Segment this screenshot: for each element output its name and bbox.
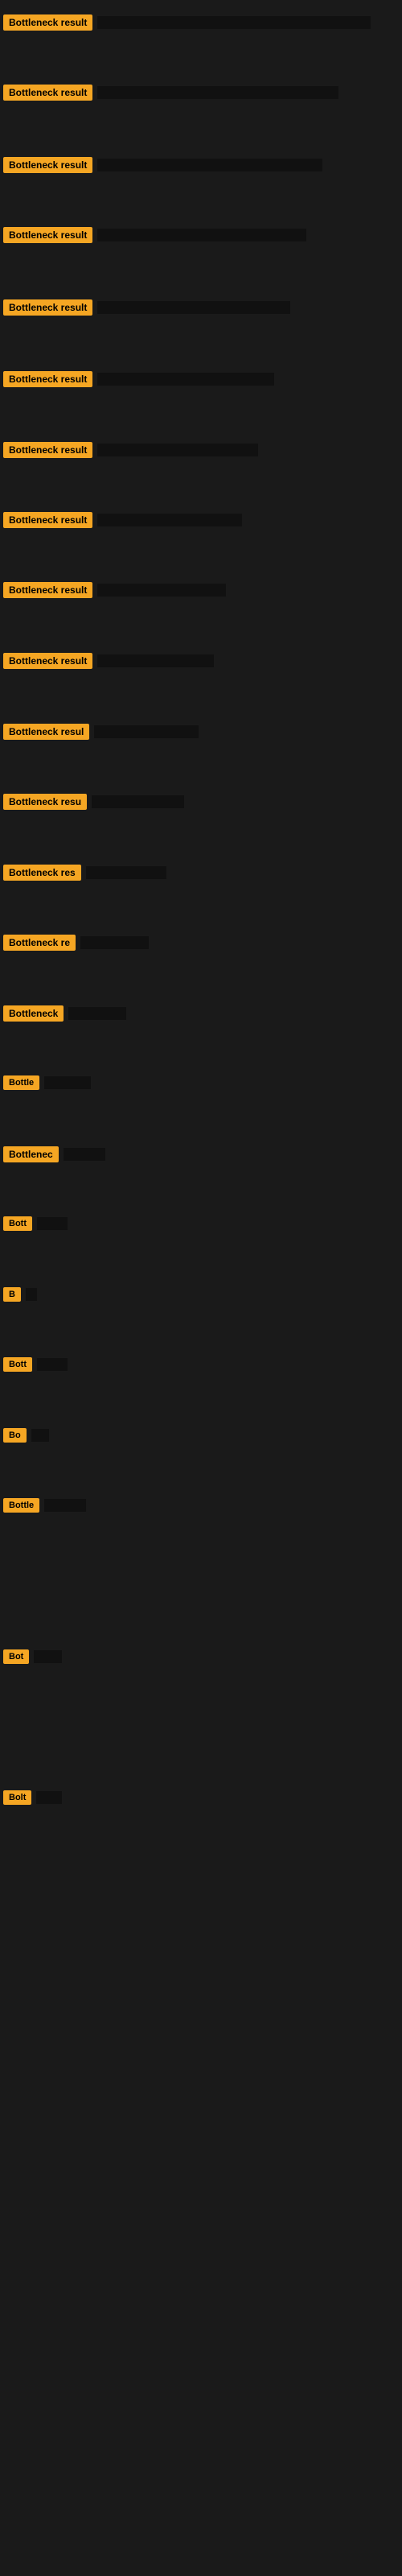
bottleneck-badge: Bolt <box>3 1790 31 1805</box>
bar-chart-segment <box>92 795 184 808</box>
bar-chart-segment <box>37 1217 68 1230</box>
list-item: Bolt <box>0 1789 402 1806</box>
list-item: Bottleneck result <box>0 13 402 32</box>
bottleneck-badge: B <box>3 1287 21 1302</box>
bar-chart-segment <box>97 301 290 314</box>
bar-chart-segment <box>97 584 226 597</box>
bottleneck-badge: Bot <box>3 1649 29 1664</box>
list-item: Bottleneck resu <box>0 792 402 811</box>
list-item: Bo <box>0 1426 402 1444</box>
bottleneck-badge: Bottleneck result <box>3 512 92 528</box>
bottleneck-badge: Bottleneck result <box>3 653 92 669</box>
bar-chart-segment <box>64 1148 105 1161</box>
bar-chart-segment <box>37 1358 68 1371</box>
list-item: Bottleneck result <box>0 510 402 530</box>
list-item: Bottleneck result <box>0 440 402 460</box>
bottleneck-badge: Bottleneck result <box>3 371 92 387</box>
list-item: Bottleneck <box>0 1004 402 1023</box>
bottleneck-badge: Bottlenec <box>3 1146 59 1162</box>
list-item: Bottle <box>0 1074 402 1092</box>
bar-chart-segment <box>36 1791 62 1804</box>
site-title <box>0 0 402 13</box>
bar-chart-segment <box>80 936 149 949</box>
bar-chart-segment <box>68 1007 126 1020</box>
bar-chart-segment <box>44 1076 91 1089</box>
bar-chart-segment <box>97 16 371 29</box>
bottleneck-badge: Bottle <box>3 1075 39 1090</box>
bar-chart-segment <box>97 229 306 242</box>
bar-chart-segment <box>26 1288 37 1301</box>
list-item: Bottleneck res <box>0 863 402 882</box>
bottleneck-badge: Bottleneck result <box>3 157 92 173</box>
bottleneck-badge: Bottleneck result <box>3 299 92 316</box>
bottleneck-badge: Bottleneck result <box>3 442 92 458</box>
bottleneck-badge: Bottleneck res <box>3 865 81 881</box>
list-item: Bottleneck result <box>0 369 402 389</box>
bottleneck-badge: Bottleneck resu <box>3 794 87 810</box>
bar-chart-segment <box>97 86 338 99</box>
bottleneck-badge: Bottleneck result <box>3 85 92 101</box>
bottleneck-badge: Bottleneck resul <box>3 724 89 740</box>
bottleneck-badge: Bottle <box>3 1498 39 1513</box>
bar-chart-segment <box>86 866 166 879</box>
list-item: Bottleneck result <box>0 651 402 671</box>
bar-chart-segment <box>34 1650 62 1663</box>
bar-chart-segment <box>97 159 322 171</box>
list-item: Bottleneck result <box>0 155 402 175</box>
list-item: Bottleneck result <box>0 83 402 102</box>
list-item: Bottleneck result <box>0 580 402 600</box>
bottleneck-badge: Bott <box>3 1357 32 1372</box>
list-item: Bottleneck result <box>0 225 402 245</box>
bar-chart-segment <box>31 1429 49 1442</box>
bottleneck-badge: Bo <box>3 1428 27 1443</box>
list-item: Bott <box>0 1215 402 1232</box>
list-item: Bottleneck resul <box>0 722 402 741</box>
list-item: Bottleneck re <box>0 933 402 952</box>
list-item: Bot <box>0 1648 402 1666</box>
list-item: Bottleneck result <box>0 298 402 317</box>
bottleneck-badge: Bottleneck result <box>3 227 92 243</box>
bar-chart-segment <box>44 1499 86 1512</box>
bar-chart-segment <box>97 514 242 526</box>
bottleneck-badge: Bottleneck result <box>3 582 92 598</box>
bottleneck-badge: Bottleneck re <box>3 935 76 951</box>
bar-chart-segment <box>97 444 258 456</box>
list-item: Bottlenec <box>0 1145 402 1164</box>
bar-chart-segment <box>94 725 199 738</box>
list-item: Bottle <box>0 1496 402 1514</box>
bottleneck-badge: Bottleneck <box>3 1005 64 1022</box>
bottleneck-badge: Bottleneck result <box>3 14 92 31</box>
list-item: Bott <box>0 1356 402 1373</box>
list-item: B <box>0 1286 402 1303</box>
bar-chart-segment <box>97 654 214 667</box>
bar-chart-segment <box>97 373 274 386</box>
bottleneck-badge: Bott <box>3 1216 32 1231</box>
